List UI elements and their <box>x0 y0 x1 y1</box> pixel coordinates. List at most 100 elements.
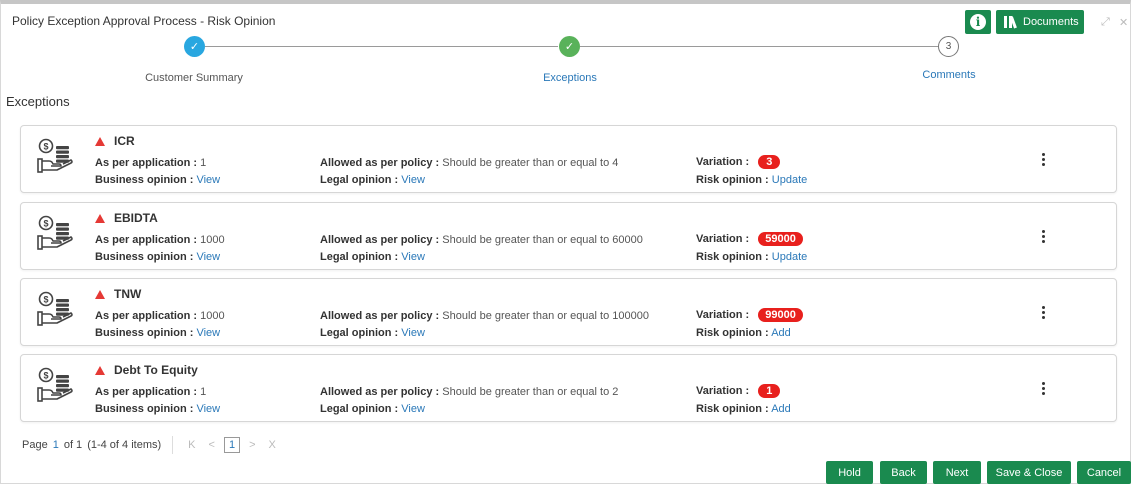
business-opinion: Business opinion : View <box>95 251 220 263</box>
maximize-icon[interactable]: ⤢ <box>1101 16 1110 29</box>
risk-opinion: Risk opinion : Add <box>696 403 791 415</box>
business-opinion: Business opinion : View <box>95 327 220 339</box>
step-comments-number[interactable]: 3 <box>938 36 959 57</box>
page-label: Page <box>22 439 48 451</box>
step-connector <box>205 46 558 47</box>
hold-button[interactable]: Hold <box>826 461 873 484</box>
allowed-as-per-policy-label: Allowed as per policy : <box>320 386 440 398</box>
exception-name-text: Debt To Equity <box>114 363 198 377</box>
cancel-button[interactable]: Cancel <box>1077 461 1131 484</box>
variation-label: Variation : <box>696 156 750 168</box>
business-opinion: Business opinion : View <box>95 174 220 186</box>
allowed-as-per-policy-label: Allowed as per policy : <box>320 157 440 169</box>
money-hand-icon: $ <box>37 138 73 173</box>
legal-opinion-link[interactable]: View <box>401 251 425 263</box>
legal-opinion-link[interactable]: View <box>401 327 425 339</box>
risk-opinion: Risk opinion : Update <box>696 174 807 186</box>
page-total: of 1 <box>63 439 83 451</box>
documents-label: Documents <box>1023 16 1079 28</box>
exception-icon: $ <box>35 214 75 254</box>
allowed-as-per-policy-value: Should be greater than or equal to 10000… <box>442 310 649 322</box>
step-customer-summary-check-icon[interactable]: ✓ <box>184 36 205 57</box>
allowed-as-per-policy: Allowed as per policy : Should be greate… <box>320 310 649 322</box>
warning-icon <box>95 136 105 146</box>
risk-opinion-link[interactable]: Update <box>772 251 807 263</box>
allowed-as-per-policy-value: Should be greater than or equal to 2 <box>442 386 619 398</box>
allowed-as-per-policy-label: Allowed as per policy : <box>320 310 440 322</box>
exception-name-text: EBIDTA <box>114 211 158 225</box>
legal-opinion: Legal opinion : View <box>320 251 425 263</box>
kebab-menu-icon[interactable] <box>1042 306 1046 319</box>
save-close-button[interactable]: Save & Close <box>987 461 1071 484</box>
items-summary: (1-4 of 4 items) <box>87 439 162 451</box>
exception-card: $ TNW As per application : 1000 Business… <box>20 278 1117 346</box>
svg-text:$: $ <box>43 219 48 229</box>
business-opinion-link[interactable]: View <box>196 174 220 186</box>
as-per-application-label: As per application : <box>95 310 198 322</box>
prev-page-icon[interactable]: < <box>209 439 215 451</box>
as-per-application-label: As per application : <box>95 234 198 246</box>
legal-opinion-label: Legal opinion : <box>320 403 399 415</box>
documents-button[interactable]: Documents <box>996 10 1084 34</box>
books-icon <box>1004 16 1017 29</box>
allowed-as-per-policy: Allowed as per policy : Should be greate… <box>320 157 618 169</box>
risk-opinion-label: Risk opinion : <box>696 403 769 415</box>
next-page-icon[interactable]: > <box>249 439 255 451</box>
step-label-exceptions[interactable]: Exceptions <box>543 72 597 84</box>
step-label-comments[interactable]: Comments <box>922 69 975 81</box>
kebab-menu-icon[interactable] <box>1042 153 1046 166</box>
exception-name-text: TNW <box>114 287 142 301</box>
warning-icon <box>95 365 105 375</box>
legal-opinion-label: Legal opinion : <box>320 174 399 186</box>
allowed-as-per-policy: Allowed as per policy : Should be greate… <box>320 234 643 246</box>
as-per-application-label: As per application : <box>95 386 198 398</box>
step-label-customer-summary[interactable]: Customer Summary <box>145 72 243 84</box>
exception-card: $ Debt To Equity As per application : 1 … <box>20 354 1117 422</box>
back-button[interactable]: Back <box>880 461 927 484</box>
pager-divider <box>172 436 174 454</box>
kebab-menu-icon[interactable] <box>1042 382 1046 395</box>
as-per-application-value: 1000 <box>200 234 225 246</box>
money-hand-icon: $ <box>37 367 73 402</box>
legal-opinion-link[interactable]: View <box>401 174 425 186</box>
risk-opinion-link[interactable]: Add <box>771 403 791 415</box>
business-opinion-link[interactable]: View <box>196 327 220 339</box>
page-number: 1 <box>52 439 59 451</box>
legal-opinion: Legal opinion : View <box>320 327 425 339</box>
risk-opinion-label: Risk opinion : <box>696 174 769 186</box>
exception-card: $ EBIDTA As per application : 1000 Busin… <box>20 202 1117 270</box>
as-per-application: As per application : 1 <box>95 386 206 398</box>
as-per-application: As per application : 1000 <box>95 234 225 246</box>
exception-name: EBIDTA <box>95 211 158 225</box>
as-per-application: As per application : 1000 <box>95 310 225 322</box>
step-exceptions-check-icon[interactable]: ✓ <box>559 36 580 57</box>
allowed-as-per-policy-value: Should be greater than or equal to 4 <box>442 157 619 169</box>
exception-icon: $ <box>35 290 75 330</box>
business-opinion-link[interactable]: View <box>196 403 220 415</box>
window-title: Policy Exception Approval Process - Risk… <box>12 14 276 28</box>
legal-opinion-link[interactable]: View <box>401 403 425 415</box>
business-opinion-link[interactable]: View <box>196 251 220 263</box>
info-button[interactable]: i <box>965 10 991 34</box>
risk-opinion-link[interactable]: Add <box>771 327 791 339</box>
variation-badge: 59000 <box>758 232 803 246</box>
exception-name-text: ICR <box>114 134 135 148</box>
risk-opinion: Risk opinion : Update <box>696 251 807 263</box>
exception-name: ICR <box>95 134 135 148</box>
allowed-as-per-policy-label: Allowed as per policy : <box>320 234 440 246</box>
exception-icon: $ <box>35 137 75 177</box>
next-button[interactable]: Next <box>933 461 981 484</box>
last-page-icon[interactable]: X <box>269 439 276 451</box>
business-opinion-label: Business opinion : <box>95 327 194 339</box>
variation: Variation : 1 <box>696 384 781 398</box>
first-page-icon[interactable]: K <box>188 439 195 451</box>
warning-icon <box>95 289 105 299</box>
kebab-menu-icon[interactable] <box>1042 230 1046 243</box>
variation: Variation : 59000 <box>696 232 803 246</box>
risk-opinion-link[interactable]: Update <box>772 174 807 186</box>
business-opinion-label: Business opinion : <box>95 403 194 415</box>
as-per-application-label: As per application : <box>95 157 198 169</box>
current-page-button[interactable]: 1 <box>223 437 241 453</box>
variation-label: Variation : <box>696 233 750 245</box>
close-icon[interactable]: ✕ <box>1119 16 1128 29</box>
